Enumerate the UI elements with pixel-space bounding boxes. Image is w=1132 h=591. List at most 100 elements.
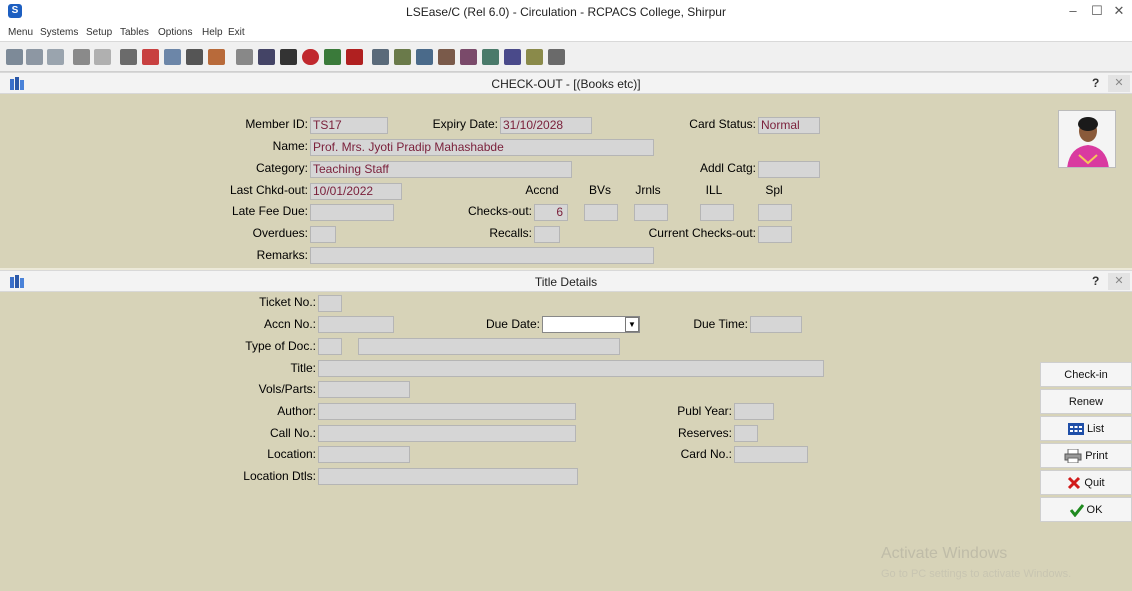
accn-no-field[interactable] [318,316,394,333]
return-icon[interactable] [482,49,499,65]
card-no-field[interactable] [734,446,808,463]
overdues-field[interactable] [310,226,336,243]
addl-catg-field[interactable] [758,161,820,178]
renew-label: Renew [1068,395,1104,408]
late-fee-due-field[interactable] [310,204,394,221]
search-icon[interactable] [258,49,275,65]
author-field[interactable] [318,403,576,420]
settings-icon[interactable] [548,49,565,65]
vols-parts-field[interactable] [318,381,410,398]
reserves-field[interactable] [734,425,758,442]
renew-button[interactable]: Renew [1040,389,1132,414]
list-label: List [1086,422,1105,435]
previous-record-icon[interactable] [26,49,43,65]
home-icon[interactable] [47,49,64,65]
checks-out-spl-field[interactable] [758,204,792,221]
publ-year-field[interactable] [734,403,774,420]
checks-out-jrnls-field[interactable] [634,204,668,221]
checkout-help-button[interactable]: ? [1092,76,1099,90]
list-button[interactable]: List [1040,416,1132,441]
checkout-close-button[interactable]: ✕ [1108,75,1130,92]
issue-icon[interactable] [460,49,477,65]
first-record-icon[interactable] [6,49,23,65]
page-icon[interactable] [236,49,253,65]
location-dtls-field[interactable] [318,468,578,485]
menu-item-tables[interactable]: Tables [120,27,149,38]
list-icon [1067,422,1084,435]
jrnls-header: Jrnls [635,183,661,197]
keyboard-icon[interactable] [120,49,137,65]
grid-icon[interactable] [73,49,90,65]
location-dtls-label: Location Dtls: [243,469,316,483]
title-details-header: Title Details ? ✕ [0,270,1132,292]
toolbar [0,42,1132,72]
checks-out-ill-field[interactable] [700,204,734,221]
stats-icon[interactable] [526,49,543,65]
members-icon[interactable] [416,49,433,65]
ok-label: OK [1086,503,1103,516]
catalog-icon[interactable] [394,49,411,65]
menu-item-systems[interactable]: Systems [40,27,78,38]
name-field[interactable]: Prof. Mrs. Jyoti Pradip Mahashabde [310,139,654,156]
edit-icon[interactable] [164,49,181,65]
ill-header: ILL [705,183,723,197]
current-checks-out-field[interactable] [758,226,792,243]
chevron-down-icon[interactable]: ▼ [625,317,639,332]
checkmark-icon [1069,503,1084,517]
member-photo-image [1059,111,1115,167]
back-arrow-icon[interactable] [346,49,363,65]
due-date-label: Due Date: [485,317,540,331]
stop-icon[interactable] [302,49,319,65]
card-status-field[interactable]: Normal [758,117,820,134]
recalls-field[interactable] [534,226,560,243]
menu-item-menu[interactable]: Menu [8,27,33,38]
flag-icon[interactable] [142,49,159,65]
report-icon[interactable] [504,49,521,65]
remarks-field[interactable] [310,247,654,264]
menu-item-help[interactable]: Help [202,27,223,38]
chart-icon[interactable] [324,49,341,65]
tree-icon[interactable] [372,49,389,65]
ok-button[interactable]: OK [1040,497,1132,522]
check-in-button[interactable]: Check-in [1040,362,1132,387]
ticket-no-field[interactable] [318,295,342,312]
checks-out-accnd-field[interactable]: 6 [534,204,568,221]
maximize-button[interactable]: ☐ [1086,2,1108,20]
tools-icon[interactable] [208,49,225,65]
due-time-label: Due Time: [693,317,748,331]
quit-button[interactable]: Quit [1040,470,1132,495]
late-fee-due-label: Late Fee Due: [231,204,308,218]
overdues-label: Overdues: [252,226,308,240]
location-field[interactable] [318,446,410,463]
spl-header: Spl [765,183,783,197]
remarks-label: Remarks: [256,248,308,262]
title-close-button[interactable]: ✕ [1108,273,1130,290]
addl-catg-label: Addl Catg: [699,161,756,175]
menu-item-exit[interactable]: Exit [228,27,245,38]
window-icon[interactable] [94,49,111,65]
type-of-doc-code-field[interactable] [318,338,342,355]
accnd-header: Accnd [525,183,559,197]
type-of-doc-name-field[interactable] [358,338,620,355]
name-label: Name: [272,139,308,153]
activate-windows-title: Activate Windows [881,545,1008,562]
quit-x-icon [1068,476,1081,489]
print-button[interactable]: Print [1040,443,1132,468]
call-no-field[interactable] [318,425,576,442]
member-id-field[interactable]: TS17 [310,117,388,134]
due-time-field[interactable] [750,316,802,333]
books-icon[interactable] [438,49,455,65]
menu-item-setup[interactable]: Setup [86,27,112,38]
minimize-button[interactable]: – [1062,2,1084,20]
close-button[interactable]: ✕ [1108,2,1130,20]
title-field[interactable] [318,360,824,377]
checks-out-bvs-field[interactable] [584,204,618,221]
printer-icon[interactable] [186,49,203,65]
category-field[interactable]: Teaching Staff [310,161,572,178]
last-chkd-out-field[interactable]: 10/01/2022 [310,183,402,200]
title-help-button[interactable]: ? [1092,274,1099,288]
expiry-date-label: Expiry Date: [432,117,498,131]
menu-item-options[interactable]: Options [158,27,192,38]
print-preview-icon[interactable] [280,49,297,65]
expiry-date-field[interactable]: 31/10/2028 [500,117,592,134]
